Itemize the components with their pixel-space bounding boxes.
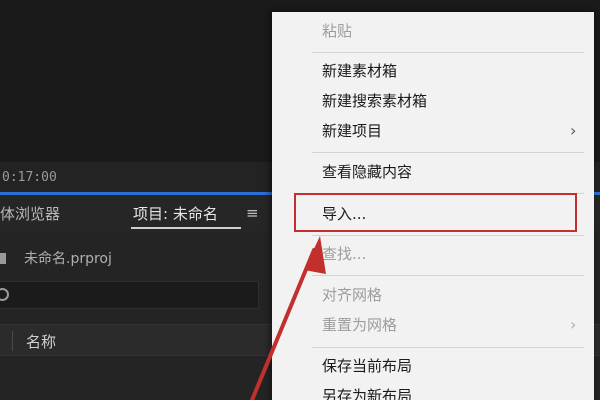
- timecode-readout: 0:17:00: [2, 170, 57, 185]
- menu-item-save-layout[interactable]: 保存当前布局: [322, 356, 412, 376]
- menu-item-view-hidden[interactable]: 查看隐藏内容: [322, 162, 412, 182]
- search-icon: [0, 288, 9, 301]
- menu-item-import[interactable]: 导入...: [322, 204, 366, 224]
- column-divider: [12, 331, 13, 351]
- search-input[interactable]: [0, 281, 259, 309]
- submenu-arrow-icon: ›: [570, 315, 577, 334]
- column-header-name[interactable]: 名称: [26, 331, 56, 352]
- menu-item-find[interactable]: 查找...: [322, 244, 366, 264]
- menu-separator: [312, 275, 584, 276]
- tab-media-browser[interactable]: 体浏览器: [0, 203, 60, 224]
- project-file-icon: [0, 253, 6, 264]
- active-tab-underline: [131, 227, 241, 229]
- context-menu: 粘贴 新建素材箱 新建搜索素材箱 新建项目 › 查看隐藏内容 导入... 查找.…: [272, 12, 594, 400]
- menu-separator: [312, 235, 584, 236]
- project-file-name: 未命名.prproj: [24, 251, 112, 267]
- premiere-workspace: 0:17:00 体浏览器 项目: 未命名 ≡ 未命名.prproj 名称 粘贴 …: [0, 0, 600, 400]
- tab-project[interactable]: 项目: 未命名: [133, 203, 218, 224]
- menu-item-reset-to-grid[interactable]: 重置为网格: [322, 315, 397, 335]
- menu-separator: [312, 193, 584, 194]
- menu-separator: [312, 347, 584, 348]
- menu-item-paste[interactable]: 粘贴: [322, 21, 352, 41]
- submenu-arrow-icon: ›: [570, 121, 577, 140]
- menu-item-align-to-grid[interactable]: 对齐网格: [322, 285, 382, 305]
- menu-item-new-search-bin[interactable]: 新建搜索素材箱: [322, 91, 427, 111]
- menu-item-save-as-new-layout[interactable]: 另存为新布局: [322, 386, 412, 400]
- panel-menu-icon[interactable]: ≡: [246, 206, 259, 221]
- menu-separator: [312, 152, 584, 153]
- menu-item-new-bin[interactable]: 新建素材箱: [322, 61, 397, 81]
- menu-item-new-item[interactable]: 新建项目: [322, 121, 382, 141]
- menu-separator: [312, 52, 584, 53]
